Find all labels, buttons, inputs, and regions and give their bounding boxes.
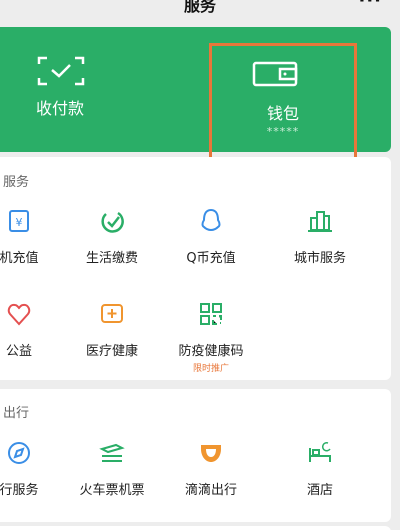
pay-receive-button[interactable]: 收付款 — [0, 27, 120, 152]
promo-tag: 限时推广 — [192, 364, 229, 374]
service-qq-coin[interactable]: Q币充值 — [161, 207, 261, 277]
svg-text:¥: ¥ — [16, 216, 23, 229]
service-life-payment[interactable]: 生活缴费 — [62, 207, 162, 277]
didi-icon — [201, 445, 221, 462]
service-health-code[interactable]: 防疫健康码 限时推广 — [161, 300, 261, 374]
services-section: 服务 ¥ 机充值 生活缴费 Q币充值 城市服务 公益 医疗健康 防疫健康码 限时… — [0, 157, 391, 380]
travel-hotel[interactable]: 酒店 — [270, 439, 370, 509]
hotel-icon — [309, 442, 331, 462]
charity-icon — [7, 303, 31, 326]
service-medical[interactable]: 医疗健康 — [62, 300, 162, 370]
travel-didi[interactable]: 滴滴出行 — [161, 439, 261, 509]
train-ticket-icon — [99, 443, 125, 462]
travel-service-icon — [8, 442, 30, 464]
health-code-icon — [200, 303, 222, 325]
qq-coin-icon — [201, 208, 221, 232]
travel-service[interactable]: 行服务 — [0, 439, 69, 509]
pay-receive-label: 收付款 — [35, 99, 84, 118]
next-section — [0, 526, 391, 530]
wallet-card: 收付款 钱包 ***** — [0, 27, 391, 163]
medical-health-icon — [101, 304, 123, 323]
more-menu-button[interactable]: ··· — [358, 0, 382, 11]
page-title: 服务 — [183, 0, 216, 15]
city-service-icon — [308, 211, 332, 232]
travel-train-ticket[interactable]: 火车票机票 — [62, 439, 162, 509]
travel-section: 出行 行服务 火车票机票 滴滴出行 酒店 — [0, 389, 391, 522]
top-bar: 服务 ··· — [0, 0, 400, 18]
wallet-button[interactable]: 钱包 ***** — [209, 43, 357, 163]
wallet-icon — [252, 61, 298, 87]
wallet-balance-mask: ***** — [266, 125, 300, 138]
life-payment-icon — [101, 211, 124, 233]
service-charity[interactable]: 公益 — [0, 300, 69, 370]
scan-pay-icon — [37, 56, 85, 86]
wallet-label: 钱包 — [266, 104, 299, 123]
service-phone-recharge[interactable]: ¥ 机充值 — [0, 207, 69, 277]
section-title: 服务 — [3, 175, 30, 190]
section-title: 出行 — [3, 406, 30, 421]
service-city[interactable]: 城市服务 — [270, 207, 370, 277]
phone-recharge-icon: ¥ — [9, 210, 29, 232]
